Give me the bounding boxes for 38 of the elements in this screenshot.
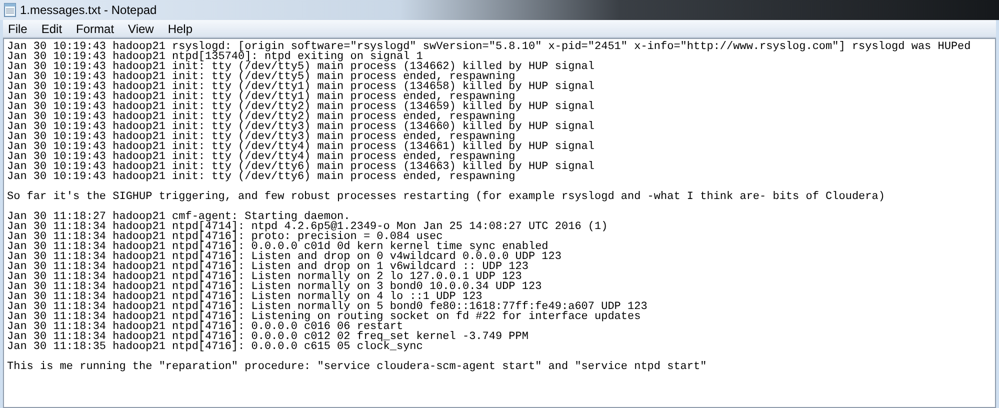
text-line: Jan 30 11:18:34 hadoop21 ntpd[4716]: 0.0.0.0 c012 02 freq_set kernel -3.749 PPM — [7, 332, 528, 342]
text-line: Jan 30 10:19:43 hadoop21 init: tty (/dev/tty5) main process ended, respawning — [7, 72, 516, 82]
text-line: Jan 30 10:19:43 hadoop21 init: tty (/dev/tty3) main process (134660) killed by HUP signal — [7, 122, 594, 132]
text-line: Jan 30 11:18:34 hadoop21 ntpd[4716]: 0.0.0.0 c01d 0d kern kernel time sync enabled — [7, 242, 548, 252]
menu-item[interactable]: File — [6, 20, 30, 38]
text-line: Jan 30 10:19:43 hadoop21 init: tty (/dev/tty6) main process (134663) killed by HUP signal — [7, 162, 594, 172]
text-line: Jan 30 11:18:34 hadoop21 ntpd[4714]: ntpd 4.2.6p5@1.2349-o Mon Jan 25 14:08:27 UTC 2016 (1) — [7, 222, 608, 232]
text-line: Jan 30 10:19:43 hadoop21 init: tty (/dev/tty1) main process ended, respawning — [7, 92, 516, 102]
menu-item[interactable]: View — [126, 20, 156, 38]
text-line: Jan 30 10:19:43 hadoop21 rsyslogd: [origin software="rsyslogd" swVersion="5.8.10" x-pid="2451" x-info="http://www.rsyslog.com"] rsyslogd was HUPed — [7, 42, 971, 52]
text-line: Jan 30 11:18:34 hadoop21 ntpd[4716]: Listen and drop on 1 v6wildcard :: UDP 123 — [7, 262, 528, 272]
text-line: Jan 30 11:18:34 hadoop21 ntpd[4716]: Listen normally on 2 lo 127.0.0.1 UDP 123 — [7, 272, 522, 282]
text-line: Jan 30 10:19:43 hadoop21 init: tty (/dev/tty4) main process ended, respawning — [7, 152, 516, 162]
text-line: Jan 30 10:19:43 hadoop21 ntpd[135740]: ntpd exiting on signal 1 — [7, 52, 423, 62]
text-line: Jan 30 11:18:34 hadoop21 ntpd[4716]: Listen normally on 5 bond0 fe80::1618:77ff:fe49:a607 UDP 123 — [7, 302, 648, 312]
text-line: Jan 30 11:18:34 hadoop21 ntpd[4716]: Listen normally on 4 lo ::1 UDP 123 — [7, 292, 482, 302]
text-area[interactable] — [3, 38, 996, 408]
text-line: Jan 30 11:18:34 hadoop21 ntpd[4716]: Listen normally on 3 bond0 10.0.0.34 UDP 123 — [7, 282, 542, 292]
text-line: Jan 30 11:18:35 hadoop21 ntpd[4716]: 0.0.0.0 c615 05 clock_sync — [7, 342, 423, 352]
text-line: Jan 30 10:19:43 hadoop21 init: tty (/dev/tty4) main process (134661) killed by HUP signal — [7, 142, 594, 152]
text-line: Jan 30 11:18:27 hadoop21 cmf-agent: Starting daemon. — [7, 212, 350, 222]
text-line: Jan 30 11:18:34 hadoop21 ntpd[4716]: 0.0.0.0 c016 06 restart — [7, 322, 404, 332]
window-title: 1.messages.txt - Notepad — [20, 2, 157, 19]
menu-item[interactable]: Help — [166, 20, 195, 38]
text-line: Jan 30 11:18:34 hadoop21 ntpd[4716]: Listening on routing socket on fd #22 for interface updates — [7, 312, 641, 322]
text-line: Jan 30 10:19:43 hadoop21 init: tty (/dev/tty6) main process ended, respawning — [7, 172, 516, 182]
text-line: Jan 30 11:18:34 hadoop21 ntpd[4716]: proto: precision = 0.084 usec — [7, 232, 443, 242]
text-line: So far it's the SIGHUP triggering, and few robust processes restarting (for example rsyslogd and -what I think are- bits of Cloudera) — [7, 192, 885, 202]
notepad-icon — [4, 3, 16, 17]
menu-item[interactable]: Edit — [39, 20, 64, 38]
text-line: Jan 30 10:19:43 hadoop21 init: tty (/dev/tty5) main process (134662) killed by HUP signal — [7, 62, 594, 72]
text-line: Jan 30 10:19:43 hadoop21 init: tty (/dev/tty2) main process ended, respawning — [7, 112, 516, 122]
text-line: This is me running the "reparation" procedure: "service cloudera-scm-agent start" and "service ntpd start" — [7, 362, 707, 372]
text-line: Jan 30 10:19:43 hadoop21 init: tty (/dev/tty3) main process ended, respawning — [7, 132, 516, 142]
menu-item[interactable]: Format — [74, 20, 116, 38]
text-line: Jan 30 10:19:43 hadoop21 init: tty (/dev/tty1) main process (134658) killed by HUP signal — [7, 82, 594, 92]
text-line: Jan 30 11:18:34 hadoop21 ntpd[4716]: Listen and drop on 0 v4wildcard 0.0.0.0 UDP 123 — [7, 252, 562, 262]
text-line: Jan 30 10:19:43 hadoop21 init: tty (/dev/tty2) main process (134659) killed by HUP signal — [7, 102, 594, 112]
